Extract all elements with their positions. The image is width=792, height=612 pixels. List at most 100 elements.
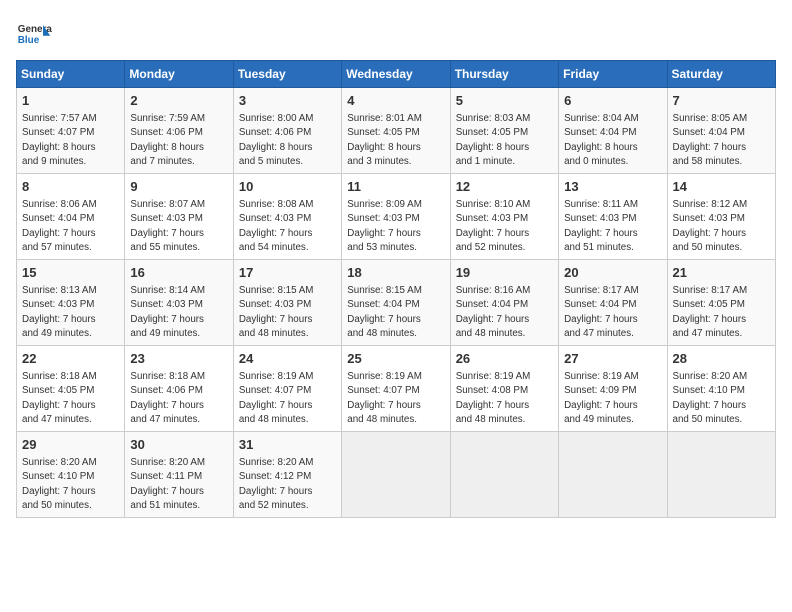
week-row-1: 1 Sunrise: 7:57 AM Sunset: 4:07 PM Daylig… (17, 88, 776, 174)
day-cell: 21 Sunrise: 8:17 AM Sunset: 4:05 PM Dayli… (667, 260, 775, 346)
day-number: 16 (130, 264, 227, 282)
day-number: 18 (347, 264, 444, 282)
day-number: 8 (22, 178, 119, 196)
week-row-3: 15 Sunrise: 8:13 AM Sunset: 4:03 PM Dayli… (17, 260, 776, 346)
day-cell (667, 432, 775, 518)
day-info: Sunrise: 8:08 AM Sunset: 4:03 PM Dayligh… (239, 198, 336, 255)
day-cell (342, 432, 450, 518)
day-number: 12 (456, 178, 553, 196)
day-number: 13 (564, 178, 661, 196)
col-header-friday: Friday (559, 61, 667, 88)
day-info: Sunrise: 8:07 AM Sunset: 4:03 PM Dayligh… (130, 198, 227, 255)
day-info: Sunrise: 8:19 AM Sunset: 4:08 PM Dayligh… (456, 370, 553, 427)
day-cell: 24Sunrise: 8:19 AM Sunset: 4:07 PM Dayli… (233, 346, 341, 432)
week-row-2: 8 Sunrise: 8:06 AM Sunset: 4:04 PM Daylig… (17, 174, 776, 260)
day-cell: 7Sunrise: 8:05 AM Sunset: 4:04 PM Daylig… (667, 88, 775, 174)
day-info: Sunrise: 7:57 AM Sunset: 4:07 PM Dayligh… (22, 112, 119, 169)
day-info: Sunrise: 8:19 AM Sunset: 4:07 PM Dayligh… (239, 370, 336, 427)
day-cell: 9 Sunrise: 8:07 AM Sunset: 4:03 PM Daylig… (125, 174, 233, 260)
day-cell: 17Sunrise: 8:15 AM Sunset: 4:03 PM Dayli… (233, 260, 341, 346)
day-number: 30 (130, 436, 227, 454)
day-number: 3 (239, 92, 336, 110)
day-number: 19 (456, 264, 553, 282)
day-number: 2 (130, 92, 227, 110)
day-number: 14 (673, 178, 770, 196)
day-cell: 4 Sunrise: 8:01 AM Sunset: 4:05 PM Daylig… (342, 88, 450, 174)
day-info: Sunrise: 8:04 AM Sunset: 4:04 PM Dayligh… (564, 112, 661, 169)
day-number: 11 (347, 178, 444, 196)
day-cell: 22 Sunrise: 8:18 AM Sunset: 4:05 PM Dayli… (17, 346, 125, 432)
day-info: Sunrise: 8:12 AM Sunset: 4:03 PM Dayligh… (673, 198, 770, 255)
day-cell: 1 Sunrise: 7:57 AM Sunset: 4:07 PM Daylig… (17, 88, 125, 174)
day-cell: 25Sunrise: 8:19 AM Sunset: 4:07 PM Dayli… (342, 346, 450, 432)
day-info: Sunrise: 8:17 AM Sunset: 4:05 PM Dayligh… (673, 284, 770, 341)
day-cell: 28Sunrise: 8:20 AM Sunset: 4:10 PM Dayli… (667, 346, 775, 432)
column-headers: SundayMondayTuesdayWednesdayThursdayFrid… (17, 61, 776, 88)
day-cell: 20Sunrise: 8:17 AM Sunset: 4:04 PM Dayli… (559, 260, 667, 346)
day-number: 4 (347, 92, 444, 110)
day-number: 27 (564, 350, 661, 368)
day-cell: 30 Sunrise: 8:20 AM Sunset: 4:11 PM Dayli… (125, 432, 233, 518)
day-cell: 8 Sunrise: 8:06 AM Sunset: 4:04 PM Daylig… (17, 174, 125, 260)
day-cell: 23Sunrise: 8:18 AM Sunset: 4:06 PM Dayli… (125, 346, 233, 432)
day-info: Sunrise: 8:01 AM Sunset: 4:05 PM Dayligh… (347, 112, 444, 169)
day-cell: 2 Sunrise: 7:59 AM Sunset: 4:06 PM Daylig… (125, 88, 233, 174)
day-cell: 14 Sunrise: 8:12 AM Sunset: 4:03 PM Dayli… (667, 174, 775, 260)
day-number: 5 (456, 92, 553, 110)
day-info: Sunrise: 8:18 AM Sunset: 4:05 PM Dayligh… (22, 370, 119, 427)
day-number: 20 (564, 264, 661, 282)
day-info: Sunrise: 8:18 AM Sunset: 4:06 PM Dayligh… (130, 370, 227, 427)
day-number: 17 (239, 264, 336, 282)
day-info: Sunrise: 8:00 AM Sunset: 4:06 PM Dayligh… (239, 112, 336, 169)
day-number: 29 (22, 436, 119, 454)
day-cell: 12Sunrise: 8:10 AM Sunset: 4:03 PM Dayli… (450, 174, 558, 260)
day-cell: 6Sunrise: 8:04 AM Sunset: 4:04 PM Daylig… (559, 88, 667, 174)
day-cell: 18 Sunrise: 8:15 AM Sunset: 4:04 PM Dayli… (342, 260, 450, 346)
day-number: 10 (239, 178, 336, 196)
day-cell: 27 Sunrise: 8:19 AM Sunset: 4:09 PM Dayli… (559, 346, 667, 432)
svg-text:Blue: Blue (18, 35, 40, 46)
day-info: Sunrise: 8:16 AM Sunset: 4:04 PM Dayligh… (456, 284, 553, 341)
day-number: 1 (22, 92, 119, 110)
day-info: Sunrise: 8:14 AM Sunset: 4:03 PM Dayligh… (130, 284, 227, 341)
logo-icon: General Blue (16, 16, 52, 52)
day-info: Sunrise: 8:03 AM Sunset: 4:05 PM Dayligh… (456, 112, 553, 169)
day-info: Sunrise: 8:20 AM Sunset: 4:10 PM Dayligh… (22, 456, 119, 513)
day-info: Sunrise: 8:06 AM Sunset: 4:04 PM Dayligh… (22, 198, 119, 255)
week-row-5: 29 Sunrise: 8:20 AM Sunset: 4:10 PM Dayli… (17, 432, 776, 518)
day-cell: 31Sunrise: 8:20 AM Sunset: 4:12 PM Dayli… (233, 432, 341, 518)
day-info: Sunrise: 8:20 AM Sunset: 4:11 PM Dayligh… (130, 456, 227, 513)
day-cell (450, 432, 558, 518)
day-cell (559, 432, 667, 518)
day-info: Sunrise: 8:20 AM Sunset: 4:12 PM Dayligh… (239, 456, 336, 513)
day-number: 15 (22, 264, 119, 282)
day-number: 7 (673, 92, 770, 110)
logo: General Blue (16, 16, 52, 52)
day-info: Sunrise: 8:13 AM Sunset: 4:03 PM Dayligh… (22, 284, 119, 341)
col-header-sunday: Sunday (17, 61, 125, 88)
day-cell: 10 Sunrise: 8:08 AM Sunset: 4:03 PM Dayli… (233, 174, 341, 260)
day-cell: 19 Sunrise: 8:16 AM Sunset: 4:04 PM Dayli… (450, 260, 558, 346)
calendar-body: 1 Sunrise: 7:57 AM Sunset: 4:07 PM Daylig… (17, 88, 776, 518)
day-info: Sunrise: 8:20 AM Sunset: 4:10 PM Dayligh… (673, 370, 770, 427)
page-header: General Blue (16, 16, 776, 52)
day-cell: 26 Sunrise: 8:19 AM Sunset: 4:08 PM Dayli… (450, 346, 558, 432)
day-number: 26 (456, 350, 553, 368)
day-cell: 16 Sunrise: 8:14 AM Sunset: 4:03 PM Dayli… (125, 260, 233, 346)
day-cell: 13 Sunrise: 8:11 AM Sunset: 4:03 PM Dayli… (559, 174, 667, 260)
day-cell: 11 Sunrise: 8:09 AM Sunset: 4:03 PM Dayli… (342, 174, 450, 260)
day-info: Sunrise: 8:19 AM Sunset: 4:09 PM Dayligh… (564, 370, 661, 427)
day-cell: 5 Sunrise: 8:03 AM Sunset: 4:05 PM Daylig… (450, 88, 558, 174)
col-header-wednesday: Wednesday (342, 61, 450, 88)
day-number: 21 (673, 264, 770, 282)
calendar-table: SundayMondayTuesdayWednesdayThursdayFrid… (16, 60, 776, 518)
day-number: 22 (22, 350, 119, 368)
day-info: Sunrise: 8:09 AM Sunset: 4:03 PM Dayligh… (347, 198, 444, 255)
col-header-tuesday: Tuesday (233, 61, 341, 88)
day-number: 9 (130, 178, 227, 196)
day-info: Sunrise: 7:59 AM Sunset: 4:06 PM Dayligh… (130, 112, 227, 169)
day-info: Sunrise: 8:15 AM Sunset: 4:04 PM Dayligh… (347, 284, 444, 341)
col-header-monday: Monday (125, 61, 233, 88)
col-header-saturday: Saturday (667, 61, 775, 88)
day-info: Sunrise: 8:11 AM Sunset: 4:03 PM Dayligh… (564, 198, 661, 255)
